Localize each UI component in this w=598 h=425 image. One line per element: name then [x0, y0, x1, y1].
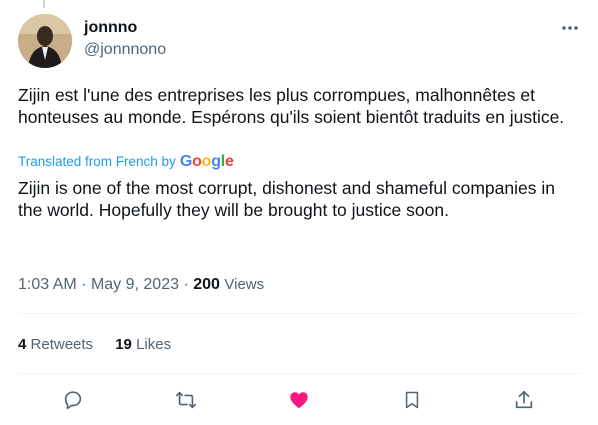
likes-count: 19	[115, 336, 132, 353]
translated-text: Zijin is one of the most corrupt, dishon…	[18, 178, 555, 220]
tweet-text: Zijin est l'une des entreprises les plus…	[18, 85, 565, 127]
retweet-button[interactable]	[169, 385, 203, 415]
reply-icon	[64, 391, 82, 410]
google-logo: Google	[179, 153, 234, 170]
retweets-count: 4	[18, 336, 27, 353]
heart-filled-icon	[290, 392, 308, 409]
display-name[interactable]: jonnno	[84, 18, 166, 38]
tweet-metadata: 1:03 AM · May 9, 2023 · 200 Views	[18, 275, 264, 295]
retweets-stat[interactable]: 4 Retweets	[18, 336, 93, 353]
thread-connector	[43, 0, 45, 8]
tweet-header: jonnno @jonnnono	[18, 14, 582, 70]
retweet-icon	[176, 391, 196, 409]
views-label: Views	[224, 276, 265, 293]
likes-stat[interactable]: 19 Likes	[115, 336, 171, 353]
bookmark-icon	[405, 391, 419, 409]
tweet-time[interactable]: 1:03 AM	[18, 276, 77, 293]
meta-separator: ·	[183, 276, 189, 293]
translated-label: Translated from French by	[18, 154, 176, 169]
action-bar	[18, 385, 580, 415]
bookmark-button[interactable]	[395, 385, 429, 415]
translation-attribution[interactable]: Translated from French by Google	[18, 153, 234, 171]
engagement-stats: 4 Retweets 19 Likes	[18, 335, 189, 355]
likes-label: Likes	[136, 336, 172, 353]
meta-separator: ·	[81, 276, 87, 293]
views-count: 200	[193, 276, 220, 293]
like-button[interactable]	[282, 385, 316, 415]
share-icon	[515, 390, 533, 409]
avatar[interactable]	[18, 14, 72, 68]
handle[interactable]: @jonnnono	[84, 40, 166, 60]
tweet-date[interactable]: May 9, 2023	[91, 276, 179, 293]
share-button[interactable]	[507, 385, 541, 415]
divider	[18, 373, 580, 374]
more-horizontal-icon[interactable]	[558, 16, 582, 40]
divider	[18, 313, 580, 314]
reply-button[interactable]	[56, 385, 90, 415]
retweets-label: Retweets	[30, 336, 94, 353]
